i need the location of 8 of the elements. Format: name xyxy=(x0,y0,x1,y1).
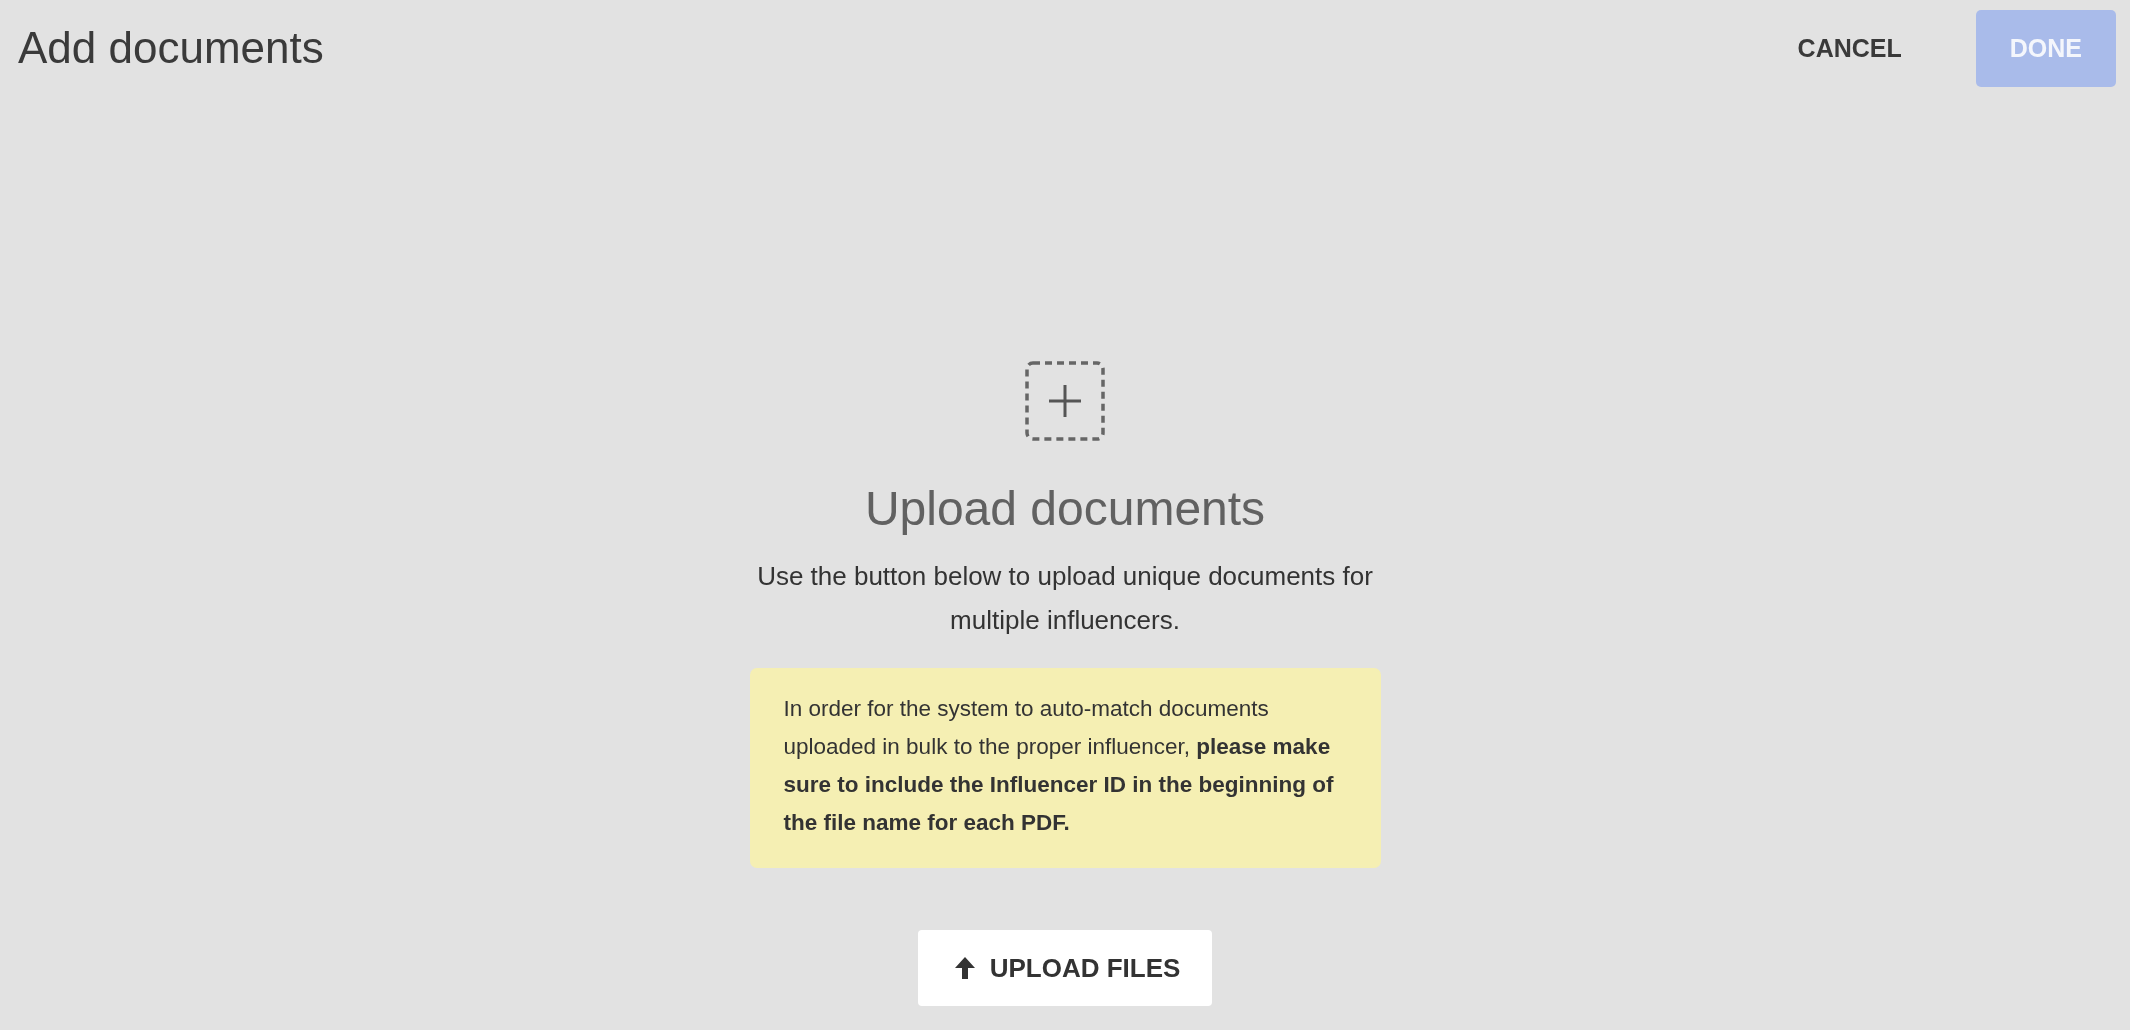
info-note: In order for the system to auto-match documents uploaded in bulk to the proper influencer, please make sure to include the Influencer ID in the beginning of the file name for each PDF. xyxy=(749,668,1381,868)
upload-arrow-icon xyxy=(953,956,976,980)
cancel-button[interactable]: CANCEL xyxy=(1763,9,1936,87)
page-title: Add documents xyxy=(18,23,324,73)
add-file-icon xyxy=(1025,361,1105,441)
upload-description: Use the button below to upload unique documents for multiple influencers. xyxy=(756,560,1374,637)
upload-files-button[interactable]: UPLOAD FILES xyxy=(917,930,1213,1006)
upload-heading: Upload documents xyxy=(864,481,1266,536)
